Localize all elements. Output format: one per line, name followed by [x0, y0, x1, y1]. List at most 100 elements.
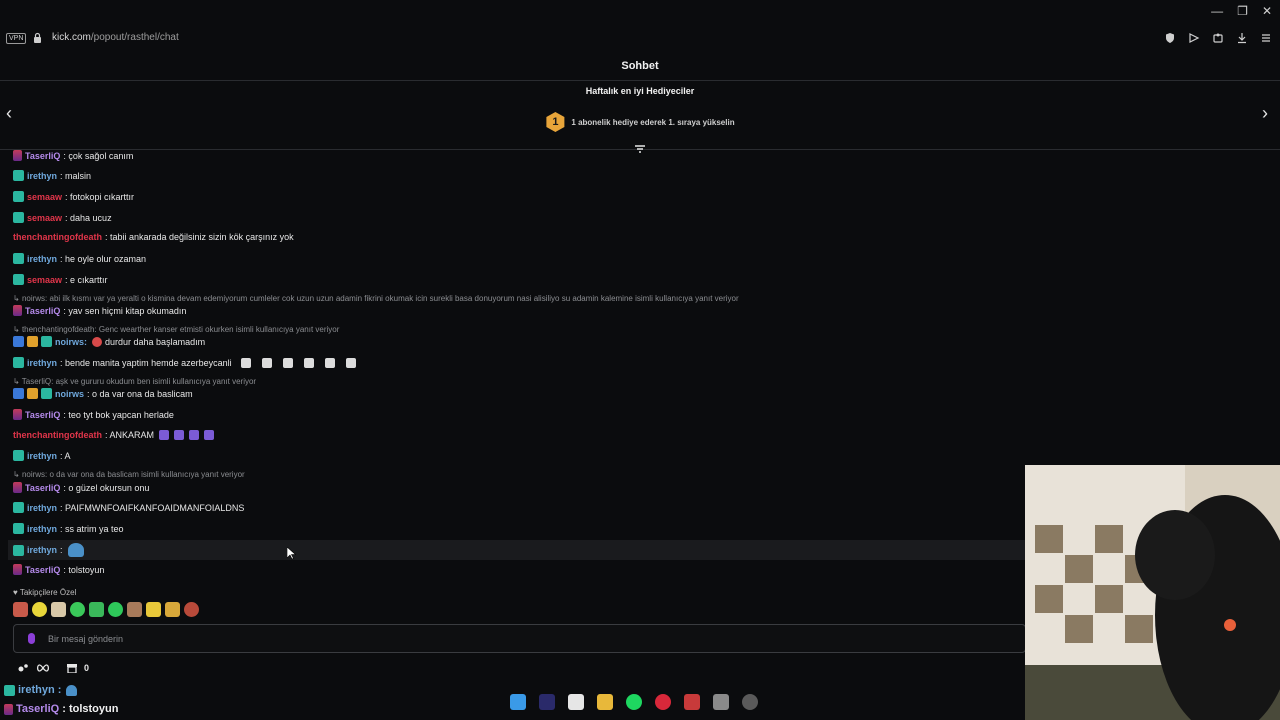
- emote-icon[interactable]: [70, 602, 85, 617]
- microphone-icon[interactable]: [28, 633, 35, 644]
- reply-text: noirws: o da var ona da baslicam isimli …: [21, 470, 245, 479]
- url-text[interactable]: kick.com/popout/rasthel/chat: [52, 32, 179, 43]
- emote-icon[interactable]: [13, 602, 28, 617]
- chat-username[interactable]: noirws:: [55, 337, 87, 347]
- followers-only-label: ♥ Takipçilere Özel: [13, 588, 77, 597]
- close-icon[interactable]: ✕: [1262, 4, 1272, 18]
- chat-message: TaserliQ: tolstoyun: [13, 564, 104, 575]
- chat-username[interactable]: thenchantingofdeath: [13, 232, 102, 242]
- menu-icon[interactable]: [1260, 31, 1272, 43]
- chat-message: semaaw: e cıkarttır: [13, 274, 108, 285]
- chat-list[interactable]: TaserliQ: çok sağol canım irethyn: malsi…: [0, 150, 1026, 580]
- emote-icon[interactable]: [165, 602, 180, 617]
- subscriber-badge-icon: [13, 502, 24, 513]
- chevron-left-icon[interactable]: ‹: [6, 104, 12, 122]
- reply-text: noirws: abi ilk kısmı var ya yeralti o k…: [21, 294, 739, 303]
- url-host: kick.com: [52, 32, 91, 43]
- address-bar[interactable]: VPN kick.com/popout/rasthel/chat: [0, 28, 1280, 50]
- gift-badge-icon: [13, 482, 22, 493]
- opera-icon[interactable]: [655, 694, 671, 710]
- chat-message: TaserliQ: teo tyt bok yapcan herlade: [13, 409, 174, 420]
- chat-username[interactable]: semaaw: [27, 192, 62, 202]
- chat-username[interactable]: TaserliQ: [25, 565, 60, 575]
- restore-icon[interactable]: ❐: [1237, 4, 1248, 18]
- subscriber-badge-icon: [13, 170, 24, 181]
- emote-icon[interactable]: [146, 602, 161, 617]
- chat-username[interactable]: irethyn: [27, 358, 57, 368]
- chat-text: :: [60, 545, 63, 555]
- emote-icon: [174, 430, 185, 440]
- chat-username[interactable]: irethyn: [27, 451, 57, 461]
- infinity-icon: [36, 664, 50, 672]
- chat-message: irethyn: PAIFMWNFOAIFKANFOAIDMANFOIALDNS: [13, 502, 244, 513]
- app-icon[interactable]: [684, 694, 700, 710]
- chat-text: : çok sağol canım: [63, 150, 134, 161]
- send-icon[interactable]: [1188, 31, 1200, 43]
- chat-username[interactable]: irethyn: [27, 545, 57, 555]
- emote-bar: [13, 602, 199, 617]
- chat-username[interactable]: TaserliQ: [25, 151, 60, 161]
- premiere-icon[interactable]: [539, 694, 555, 710]
- chat-text: : e cıkarttır: [65, 274, 108, 285]
- shield-icon[interactable]: [1164, 31, 1176, 43]
- chat-input[interactable]: Bir mesaj gönderin: [13, 624, 1026, 653]
- chat-username[interactable]: noirws: [55, 389, 84, 399]
- app-icon[interactable]: [742, 694, 758, 710]
- minimize-icon[interactable]: —: [1211, 4, 1223, 18]
- extensions-icon[interactable]: [1212, 31, 1224, 43]
- chat-username[interactable]: TaserliQ: [25, 410, 60, 420]
- chat-username[interactable]: TaserliQ: [25, 306, 60, 316]
- reply-context[interactable]: ↳ thenchantingofdeath: Genc wearther kan…: [13, 325, 339, 334]
- spotify-icon[interactable]: [626, 694, 642, 710]
- chat-username[interactable]: thenchantingofdeath: [13, 430, 102, 440]
- chat-text: : yav sen hiçmi kitap okumadın: [63, 305, 187, 316]
- emote-icon[interactable]: [184, 602, 199, 617]
- chat-username[interactable]: irethyn: [27, 171, 57, 181]
- reply-context[interactable]: ↳ TaserliQ: aşk ve gururu okudum ben isi…: [13, 377, 256, 386]
- emote-icon[interactable]: [108, 602, 123, 617]
- overlay-username: irethyn: [18, 684, 55, 696]
- chat-text: : malsin: [60, 170, 92, 181]
- download-icon[interactable]: [1236, 31, 1248, 44]
- top-gifters-title: Haftalık en iyi Hediyeciler: [585, 86, 695, 96]
- rank-hexagon-icon: 1: [546, 112, 565, 132]
- chat-username[interactable]: TaserliQ: [25, 483, 60, 493]
- chevron-right-icon[interactable]: ›: [1262, 104, 1268, 122]
- emote-icon[interactable]: [32, 602, 47, 617]
- crown-badge-icon: [27, 388, 38, 399]
- overlay-text: :: [57, 684, 62, 696]
- folder-icon[interactable]: [597, 694, 613, 710]
- chat-message: thenchantingofdeath: tabii ankarada deği…: [13, 232, 294, 242]
- chat-text: : he oyle olur ozaman: [60, 253, 147, 264]
- app-icon[interactable]: [713, 694, 729, 710]
- chat-username[interactable]: irethyn: [27, 503, 57, 513]
- store-icon[interactable]: [66, 663, 78, 673]
- capcut-icon[interactable]: [568, 694, 584, 710]
- gift-badge-icon: [13, 564, 22, 575]
- chat-username[interactable]: irethyn: [27, 524, 57, 534]
- windows-start-icon[interactable]: [510, 694, 526, 710]
- chat-text: durdur daha başlamadım: [105, 336, 206, 347]
- subscriber-badge-icon: [13, 357, 24, 368]
- subscriber-badge-icon: [13, 523, 24, 534]
- chat-username[interactable]: irethyn: [27, 254, 57, 264]
- reply-context[interactable]: ↳ noirws: abi ilk kısmı var ya yeralti o…: [13, 294, 739, 303]
- chat-message-hovered: irethyn:: [8, 540, 1026, 560]
- emote-icon[interactable]: [89, 602, 104, 617]
- window-controls: — ❐ ✕: [1211, 4, 1272, 18]
- chat-message: irethyn: A: [13, 450, 71, 461]
- url-path: /popout/rasthel/chat: [90, 32, 179, 43]
- chat-title: Sohbet: [621, 60, 659, 72]
- gift-badge-icon: [13, 409, 22, 420]
- reply-context[interactable]: ↳ noirws: o da var ona da baslicam isiml…: [13, 470, 245, 479]
- chat-message: noirws: o da var ona da baslicam: [13, 388, 193, 399]
- vpn-badge[interactable]: VPN: [6, 33, 27, 44]
- chat-username[interactable]: semaaw: [27, 275, 62, 285]
- emote-icon[interactable]: [51, 602, 66, 617]
- emote-icon[interactable]: [127, 602, 142, 617]
- overlay-text: : tolstoyun: [62, 703, 119, 715]
- points-icon[interactable]: [18, 663, 30, 673]
- chat-message: semaaw: daha ucuz: [13, 212, 112, 223]
- chat-text: : tolstoyun: [63, 564, 105, 575]
- chat-username[interactable]: semaaw: [27, 213, 62, 223]
